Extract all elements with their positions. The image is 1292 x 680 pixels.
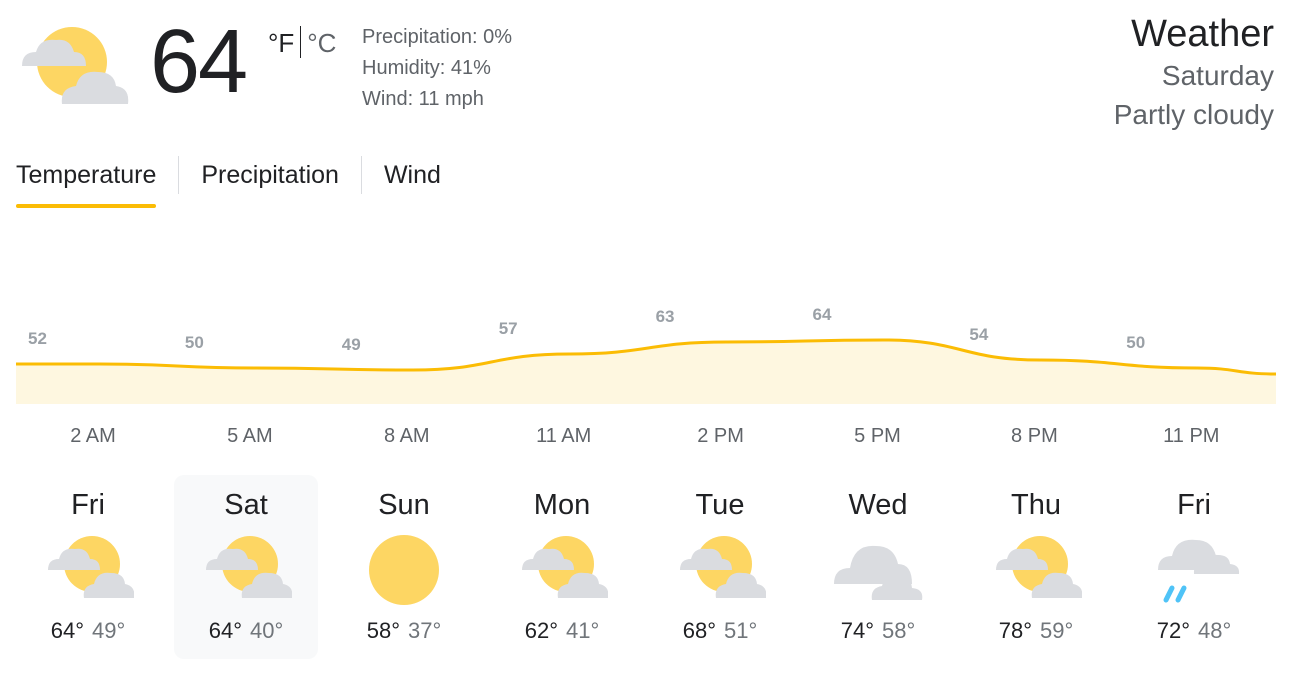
high-temp: 64° xyxy=(208,618,242,643)
day-temps: 58° 37° xyxy=(332,618,476,644)
weather-header: Weather Saturday Partly cloudy xyxy=(1114,12,1274,134)
hour-label: 5 AM xyxy=(227,425,273,447)
forecast-day[interactable]: Sun 58° 37° xyxy=(332,475,476,659)
high-temp: 74° xyxy=(840,618,874,643)
high-temp: 58° xyxy=(366,618,400,643)
daily-forecast: Fri 64° 49° Sat 64° 40° Sun 58° 37° Mon 62°… xyxy=(0,475,1292,660)
forecast-day[interactable]: Fri 64° 49° xyxy=(16,475,160,659)
low-temp: 49° xyxy=(92,618,126,643)
forecast-day[interactable]: Sat 64° 40° xyxy=(174,475,318,659)
high-temp: 62° xyxy=(524,618,558,643)
rain-icon xyxy=(1158,539,1240,603)
hour-label: 11 AM xyxy=(536,425,592,447)
day-name: Sun xyxy=(378,489,430,521)
low-temp: 59° xyxy=(1040,618,1074,643)
forecast-day[interactable]: Tue 68° 51° xyxy=(648,475,792,659)
forecast-day[interactable]: Mon 62° 41° xyxy=(490,475,634,659)
hour-label: 8 PM xyxy=(1011,425,1058,447)
unit-fahrenheit[interactable]: °F xyxy=(268,28,294,58)
sunny-icon xyxy=(369,535,439,605)
day-temps: 72° 48° xyxy=(1122,618,1266,644)
day-temps: 74° 58° xyxy=(806,618,950,644)
forecast-day[interactable]: Fri 72° 48° xyxy=(1122,475,1266,659)
high-temp: 64° xyxy=(50,618,84,643)
tab-precipitation[interactable]: Precipitation xyxy=(201,150,339,200)
partly-cloudy-icon xyxy=(522,536,608,598)
chart-tabs: Temperature Precipitation Wind xyxy=(16,150,441,212)
current-temperature: 64 xyxy=(150,12,248,112)
low-temp: 48° xyxy=(1198,618,1232,643)
weather-title: Weather xyxy=(1131,13,1274,55)
partly-cloudy-icon xyxy=(206,536,292,598)
hour-label: 5 PM xyxy=(854,425,901,447)
day-temps: 62° 41° xyxy=(490,618,634,644)
hour-label: 2 PM xyxy=(697,425,744,447)
day-name: Wed xyxy=(848,489,908,521)
forecast-day[interactable]: Wed 74° 58° xyxy=(806,475,950,659)
low-temp: 51° xyxy=(724,618,758,643)
cloudy-icon xyxy=(834,545,923,600)
tab-divider xyxy=(360,156,362,194)
current-condition: Partly cloudy xyxy=(1113,99,1274,130)
hour-label: 8 AM xyxy=(384,425,430,447)
tab-temperature[interactable]: Temperature xyxy=(16,150,157,208)
wind-text: Wind: 11 mph xyxy=(362,88,484,110)
partly-cloudy-icon xyxy=(22,27,129,104)
day-name: Mon xyxy=(533,489,591,521)
tab-wind[interactable]: Wind xyxy=(384,150,441,200)
current-day: Saturday xyxy=(1161,60,1274,91)
day-name: Thu xyxy=(1011,489,1061,521)
hour-label: 2 AM xyxy=(70,425,116,447)
day-temps: 78° 59° xyxy=(964,618,1108,644)
humidity-text: Humidity: 41% xyxy=(362,57,491,79)
temperature-label: 54 xyxy=(969,325,988,344)
hour-labels: 2 AM 5 AM 8 AM 11 AM 2 PM 5 PM 8 PM 11 PM xyxy=(0,425,1292,455)
high-temp: 78° xyxy=(998,618,1032,643)
day-temps: 64° 49° xyxy=(16,618,160,644)
temperature-label: 64 xyxy=(813,305,832,324)
temperature-chart: 52 50 49 57 63 64 54 50 xyxy=(16,305,1277,404)
precipitation-text: Precipitation: 0% xyxy=(362,26,513,48)
high-temp: 72° xyxy=(1156,618,1190,643)
hour-label: 11 PM xyxy=(1163,425,1220,447)
low-temp: 37° xyxy=(408,618,442,643)
low-temp: 40° xyxy=(250,618,284,643)
day-temps: 68° 51° xyxy=(648,618,792,644)
low-temp: 58° xyxy=(882,618,916,643)
temperature-labels: 52 50 49 57 63 64 54 50 xyxy=(28,305,1145,354)
day-name: Fri xyxy=(71,489,105,521)
forecast-day[interactable]: Thu 78° 59° xyxy=(964,475,1108,659)
partly-cloudy-icon xyxy=(48,536,134,598)
temperature-label: 63 xyxy=(656,307,675,326)
unit-celsius[interactable]: °C xyxy=(307,28,336,58)
partly-cloudy-icon xyxy=(996,536,1082,598)
partly-cloudy-icon xyxy=(680,536,766,598)
unit-toggle: °F °C xyxy=(268,26,336,59)
unit-divider xyxy=(300,26,302,58)
temperature-label: 49 xyxy=(342,335,361,354)
day-name: Sat xyxy=(224,489,268,521)
temperature-label: 57 xyxy=(499,319,518,338)
day-name: Tue xyxy=(695,489,745,521)
temperature-label: 50 xyxy=(185,333,204,352)
temperature-label: 50 xyxy=(1126,333,1145,352)
day-name: Fri xyxy=(1177,489,1211,521)
low-temp: 41° xyxy=(566,618,600,643)
tab-divider xyxy=(178,156,180,194)
high-temp: 68° xyxy=(682,618,716,643)
current-details: Precipitation: 0% Humidity: 41% Wind: 11… xyxy=(362,22,512,115)
day-temps: 64° 40° xyxy=(174,618,318,644)
temperature-label: 52 xyxy=(28,329,47,348)
